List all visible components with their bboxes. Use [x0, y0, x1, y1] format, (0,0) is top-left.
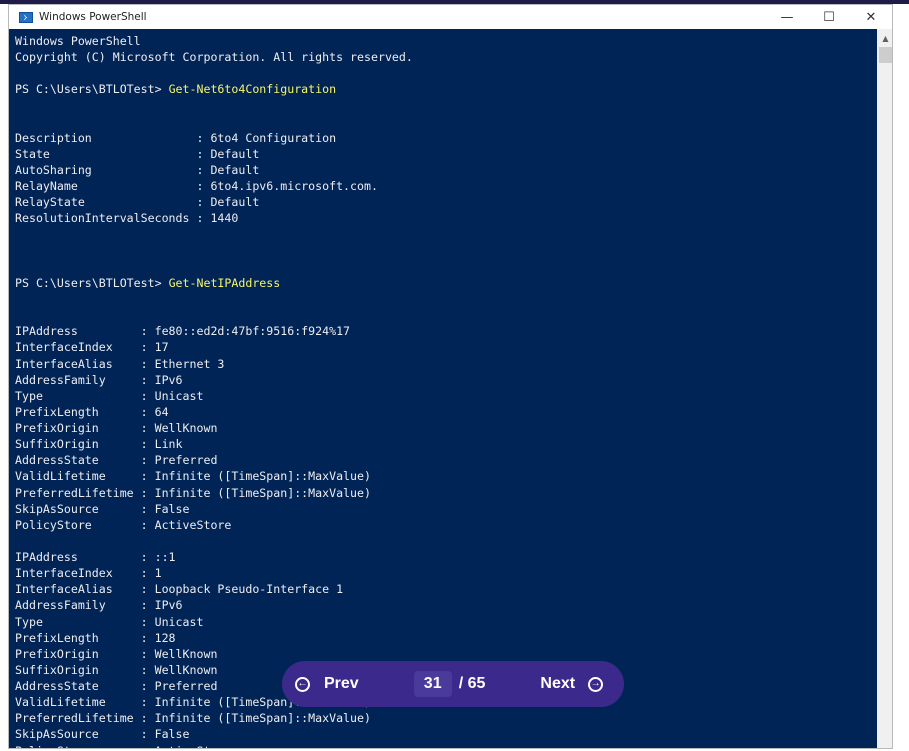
console-line: ValidLifetime : Infinite ([TimeSpan]::Ma…	[15, 469, 371, 484]
console-output: Windows PowerShell Copyright (C) Microsof…	[15, 33, 413, 749]
close-button[interactable]: ✕	[850, 5, 892, 29]
console-line: PrefixOrigin : WellKnown	[15, 646, 218, 661]
scroll-up-arrow-icon[interactable]: ▲	[877, 31, 892, 45]
console-line: AddressState : Preferred	[15, 453, 218, 468]
pagination-bar: ← Prev 31 / 65 Next →	[282, 661, 624, 707]
console-line: SuffixOrigin : Link	[15, 437, 183, 452]
console-line: Copyright (C) Microsoft Corporation. All…	[15, 50, 413, 65]
powershell-icon	[19, 11, 33, 23]
page-total: / 65	[458, 675, 486, 692]
command-text: Get-Net6to4Configuration	[168, 82, 337, 97]
console-line: ResolutionIntervalSeconds : 1440	[15, 211, 239, 226]
console-area[interactable]: Windows PowerShell Copyright (C) Microsof…	[9, 29, 877, 749]
arrow-right-circle-icon: →	[588, 676, 604, 692]
console-line: AddressFamily : IPv6	[15, 598, 183, 613]
console-line: PolicyStore : ActiveStore	[15, 517, 232, 532]
window-controls: — ☐ ✕	[766, 5, 892, 29]
command-text: Get-NetIPAddress	[168, 275, 281, 290]
prev-label: Prev	[324, 675, 359, 692]
console-prompt-line: PS C:\Users\BTLOTest> Get-NetIPAddress	[15, 275, 413, 291]
vertical-scrollbar[interactable]: ▲	[877, 29, 892, 748]
console-line: AutoSharing : Default	[15, 163, 260, 177]
console-line: InterfaceIndex : 17	[15, 340, 169, 355]
console-line: IPAddress : ::1	[15, 550, 176, 564]
next-button[interactable]: Next →	[540, 675, 604, 693]
console-line: PrefixOrigin : WellKnown	[15, 421, 218, 435]
minimize-button[interactable]: —	[766, 5, 808, 29]
scroll-thumb[interactable]	[879, 47, 892, 63]
console-line: PrefixLength : 128	[15, 630, 176, 645]
title-bar[interactable]: Windows PowerShell — ☐ ✕	[9, 5, 892, 29]
console-prompt-line: PS C:\Users\BTLOTest> Get-Net6to4Configu…	[15, 81, 413, 97]
console-line: PolicyStore : ActiveStore	[15, 743, 413, 749]
window-title: Windows PowerShell	[39, 11, 147, 23]
console-line: PrefixLength : 64	[15, 404, 169, 419]
console-line: SkipAsSource : False	[15, 727, 190, 742]
next-label: Next	[540, 675, 576, 692]
console-line: IPAddress : fe80::ed2d:47bf:9516:f924%17	[15, 324, 351, 339]
console-line: Windows PowerShell	[15, 34, 141, 48]
console-line: AddressFamily : IPv6	[15, 372, 183, 387]
console-line: SkipAsSource : False	[15, 501, 190, 516]
console-line: PreferredLifetime : Infinite ([TimeSpan]…	[15, 711, 371, 726]
prompt-text: PS C:\Users\BTLOTest>	[15, 275, 169, 290]
prev-button[interactable]: ← Prev	[295, 675, 359, 693]
console-line: State : Default	[15, 146, 260, 161]
maximize-button[interactable]: ☐	[808, 5, 850, 29]
console-line: RelayState : Default	[15, 195, 260, 210]
console-line: PreferredLifetime : Infinite ([TimeSpan]…	[15, 485, 371, 500]
page: Windows PowerShell — ☐ ✕ Windows PowerSh…	[0, 0, 909, 751]
console-line: InterfaceAlias : Loopback Pseudo-Interfa…	[15, 582, 344, 597]
prompt-text: PS C:\Users\BTLOTest>	[15, 82, 169, 97]
powershell-window: Windows PowerShell — ☐ ✕ Windows PowerSh…	[8, 4, 893, 749]
console-line: InterfaceIndex : 1	[15, 566, 162, 581]
current-page-input[interactable]: 31	[413, 671, 452, 697]
console-line: InterfaceAlias : Ethernet 3	[15, 356, 225, 371]
arrow-left-circle-icon: ←	[295, 676, 310, 692]
console-line: RelayName : 6to4.ipv6.microsoft.com.	[15, 179, 378, 194]
console-line: Description : 6to4 Configuration	[15, 130, 337, 145]
console-line: Type : Unicast	[15, 388, 204, 403]
console-line: Type : Unicast	[15, 614, 204, 629]
